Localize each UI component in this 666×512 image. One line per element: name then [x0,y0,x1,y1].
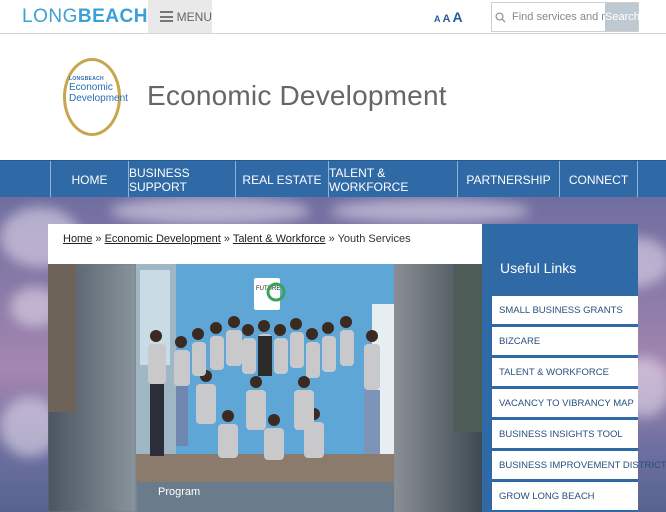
nav-item-home[interactable]: HOME [50,161,128,198]
breadcrumb-separator: » [223,233,230,245]
link-bizcare[interactable]: BIZCARE [492,327,638,355]
logo-beach: BEACH [77,6,148,27]
nav-item-real-estate[interactable]: REAL ESTATE [235,161,328,198]
search-icon [492,3,509,31]
breadcrumb-economic-link[interactable]: Economic Development [105,233,221,245]
breadcrumb-separator: » [95,233,102,245]
seal-text: LONGBEACH Economic Development [69,76,129,104]
text-size-controls: A A A [434,9,463,25]
breadcrumb-home-link[interactable]: Home [63,233,92,245]
link-small-business-grants[interactable]: SMALL BUSINESS GRANTS [492,296,638,324]
link-business-improvement-districts[interactable]: BUSINESS IMPROVEMENT DISTRICTS [492,451,666,479]
page-title: Economic Development [147,80,447,111]
link-business-insights-tool[interactable]: BUSINESS INSIGHTS TOOL [492,420,638,448]
breadcrumb: Home » Economic Development » Talent & W… [63,233,411,245]
content-card: Home » Economic Development » Talent & W… [48,224,482,512]
link-vacancy-to-vibrancy-map[interactable]: VACANCY TO VIBRANCY MAP [492,389,638,417]
main-nav: HOME BUSINESS SUPPORT REAL ESTATE TALENT… [0,160,666,198]
nav-item-partnership[interactable]: PARTNERSHIP [457,161,559,198]
link-grow-long-beach[interactable]: GROW LONG BEACH [492,482,638,510]
nav-item-business-support[interactable]: BUSINESS SUPPORT [128,161,235,198]
top-bar: LONGBEACH MENU A A A Search [0,0,666,34]
search-box: Search [491,2,640,32]
nav-divider [637,161,638,198]
breadcrumb-talent-link[interactable]: Talent & Workforce [233,233,326,245]
breadcrumb-separator: » [328,233,335,245]
image-gallery[interactable]: FUTURE Program [48,264,482,512]
search-button[interactable]: Search [605,3,640,31]
text-size-medium-button[interactable]: A [443,13,451,25]
hamburger-icon [160,11,173,22]
seal-line-1: Economic [69,82,113,93]
nav-item-talent-workforce[interactable]: TALENT & WORKFORCE [328,161,457,198]
text-size-large-button[interactable]: A [452,9,462,25]
seal-line-2: Development [69,93,128,104]
long-beach-logo[interactable]: LONGBEACH [22,6,148,28]
gallery-prev-image[interactable] [48,264,76,412]
menu-button[interactable]: MENU [148,0,212,33]
text-size-small-button[interactable]: A [434,14,441,24]
link-talent-workforce[interactable]: TALENT & WORKFORCE [492,358,638,386]
gallery-next-image[interactable] [454,264,482,432]
economic-development-seal[interactable]: LONGBEACH Economic Development [63,58,128,136]
nav-item-connect[interactable]: CONNECT [559,161,637,198]
menu-label: MENU [176,9,212,24]
sidebar-title: Useful Links [500,260,577,276]
useful-links-sidebar: Useful Links SMALL BUSINESS GRANTS BIZCA… [482,224,666,512]
breadcrumb-current: Youth Services [337,233,411,245]
search-input[interactable] [509,3,605,31]
youth-group-photo: FUTURE [136,264,394,482]
gallery-caption: Program [158,486,201,498]
logo-long: LONG [22,6,78,27]
useful-links-list: SMALL BUSINESS GRANTS BIZCARE TALENT & W… [492,296,666,512]
